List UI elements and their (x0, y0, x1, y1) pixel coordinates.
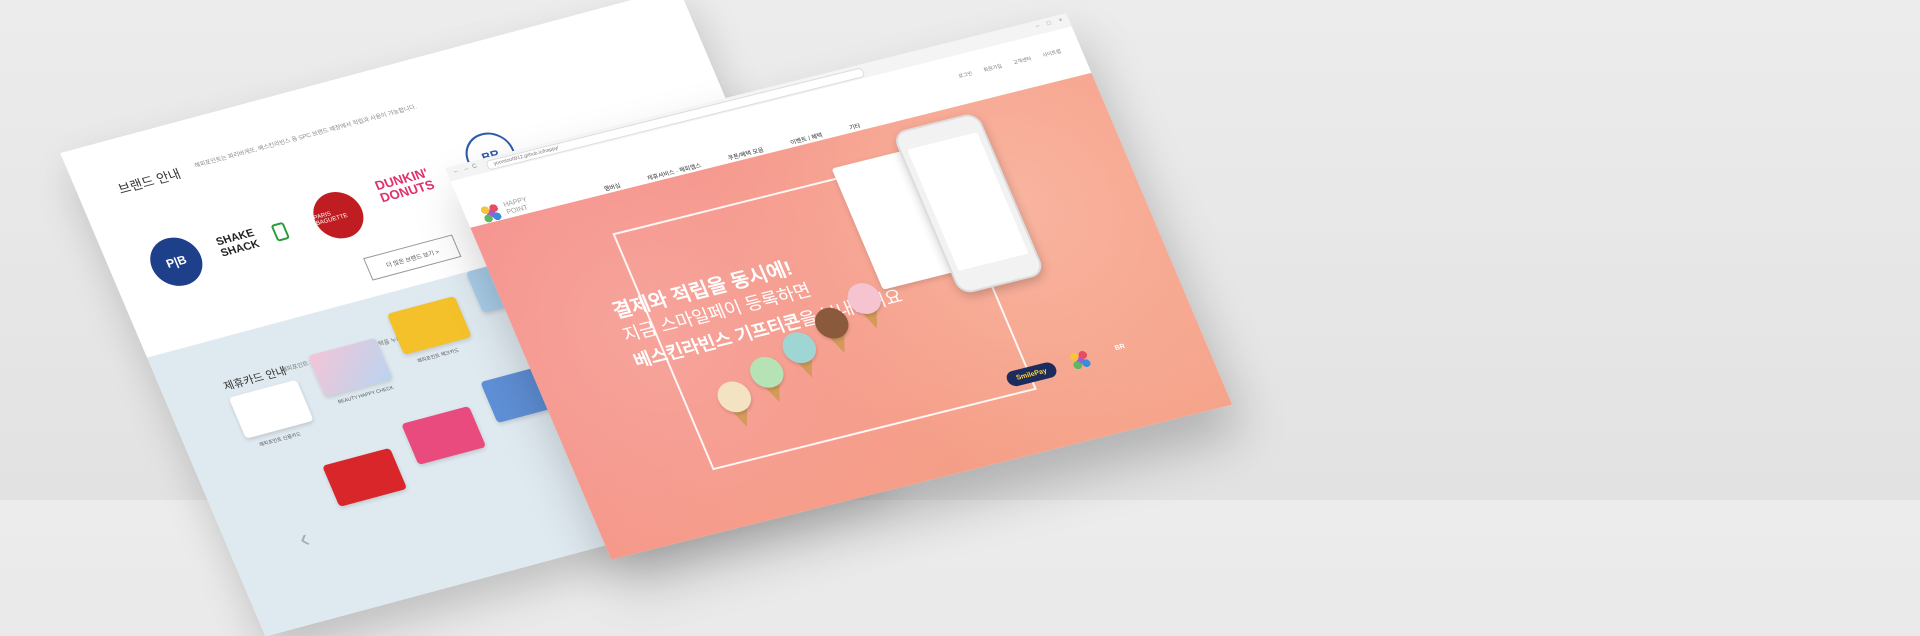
burger-icon (270, 221, 291, 242)
paris-baguette-logo[interactable]: PARIS BAGUETTE (305, 186, 372, 244)
top-links: 로그인 회원가입 고객센터 사이트맵 (957, 48, 1062, 80)
baskin-robbins-badge: BR (1113, 342, 1127, 352)
shake-shack-logo-text: SHAKE SHACK (214, 227, 262, 260)
paris-croissant-logo[interactable]: P|B (142, 232, 211, 292)
shake-shack-logo[interactable]: SHAKE SHACK (209, 207, 296, 272)
maximize-icon[interactable]: □ (1046, 20, 1052, 26)
login-link[interactable]: 로그인 (957, 70, 974, 80)
reload-icon[interactable]: C (472, 164, 479, 171)
credit-card-pink-flower[interactable] (401, 405, 487, 465)
happy-point-dots-icon (1065, 347, 1096, 374)
dunkin-donuts-logo[interactable]: DUNKIN' DONUTS (370, 153, 463, 211)
support-link[interactable]: 고객센터 (1012, 55, 1032, 66)
happy-point-badge (1065, 347, 1096, 374)
credit-card-red[interactable] (322, 447, 408, 507)
credit-card-yellow[interactable] (386, 295, 472, 355)
minimize-icon[interactable]: – (1035, 23, 1041, 29)
back-icon[interactable]: ← (452, 168, 460, 175)
brand-section-title: 브랜드 안내 (115, 166, 184, 197)
close-icon[interactable]: × (1058, 17, 1064, 23)
forward-icon[interactable]: → (462, 166, 470, 173)
sitemap-link[interactable]: 사이트맵 (1041, 48, 1062, 59)
more-brands-button[interactable]: 더 많은 브랜드 보기 > (363, 234, 462, 281)
prev-arrow-icon[interactable]: ‹ (294, 523, 315, 554)
signup-link[interactable]: 회원가입 (982, 63, 1003, 74)
